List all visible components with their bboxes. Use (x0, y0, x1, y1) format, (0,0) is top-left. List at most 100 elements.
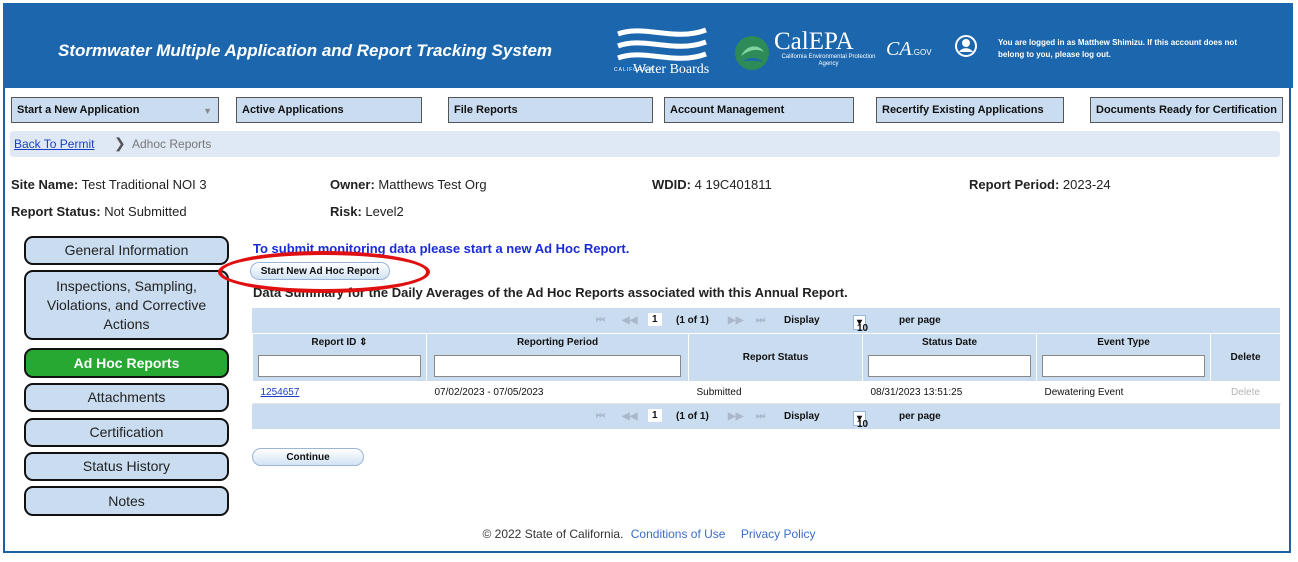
data-summary-heading: Data Summary for the Daily Averages of t… (253, 285, 848, 300)
start-new-ad-hoc-report-button[interactable]: Start New Ad Hoc Report (250, 262, 390, 280)
nav-file-reports[interactable]: File Reports (448, 97, 653, 123)
col-report-id[interactable]: Report ID ⇕ (252, 333, 427, 382)
sidebar-item-inspections[interactable]: Inspections, Sampling, Violations, and C… (24, 270, 229, 340)
ad-hoc-reports-table: ⏮ ◀◀ 1 (1 of 1) ▶▶ ⏭ Display 10 ▾ per pa… (252, 308, 1281, 430)
report-status: Report Status: Not Submitted (11, 204, 187, 219)
col-event-type-label: Event Type (1097, 337, 1150, 348)
nav-documents-ready-for-certification[interactable]: Documents Ready for Certification (1090, 97, 1283, 123)
ca-gov-logo: CA.GOV (886, 38, 932, 61)
risk-label: Risk: (330, 204, 362, 219)
cell-report-status: Submitted (688, 381, 863, 404)
per-page-select[interactable]: 10 ▾ (853, 315, 868, 334)
user-icon[interactable] (955, 35, 977, 57)
table-header-row: Report ID ⇕ Reporting Period Report Stat… (252, 333, 1281, 382)
footer: © 2022 State of California. Conditions o… (0, 527, 1298, 541)
conditions-of-use-link[interactable]: Conditions of Use (631, 527, 726, 541)
login-message: You are logged in as Matthew Shimizu. If… (998, 38, 1237, 59)
first-page-icon[interactable]: ⏮ (596, 315, 605, 326)
submit-data-message: To submit monitoring data please start a… (253, 241, 630, 256)
chevron-down-icon: ▼ (203, 106, 212, 116)
report-period-value: 2023-24 (1062, 177, 1111, 192)
per-page-select[interactable]: 10 ▾ (853, 411, 868, 430)
col-status-date: Status Date (862, 333, 1037, 382)
display-label: Display (784, 411, 820, 422)
sidebar-item-notes[interactable]: Notes (24, 486, 229, 516)
nav-recertify-existing-applications[interactable]: Recertify Existing Applications (876, 97, 1064, 123)
site-name-value: Test Traditional NOI 3 (81, 177, 207, 192)
continue-button[interactable]: Continue (252, 448, 364, 466)
col-report-status: Report Status (688, 333, 863, 382)
breadcrumb-current: Adhoc Reports (132, 137, 212, 151)
reports-grid: Report ID ⇕ Reporting Period Report Stat… (252, 333, 1281, 404)
risk-value: Level2 (365, 204, 404, 219)
col-status-date-label: Status Date (921, 337, 977, 348)
prev-page-icon[interactable]: ◀◀ (622, 315, 637, 326)
page-number[interactable]: 1 (648, 313, 662, 326)
first-page-icon[interactable]: ⏮ (596, 411, 605, 422)
page-number[interactable]: 1 (648, 409, 662, 422)
status-date-filter-input[interactable] (868, 355, 1031, 377)
copyright: © 2022 State of California. (482, 527, 624, 541)
report-period-label: Report Period: (969, 177, 1060, 192)
event-type-filter-input[interactable] (1042, 355, 1205, 377)
report-status-label: Report Status: (11, 204, 101, 219)
back-to-permit-link[interactable]: Back To Permit (14, 137, 94, 151)
ca-gov-gov: .GOV (911, 48, 932, 57)
owner: Owner: Matthews Test Org (330, 177, 487, 192)
col-report-id-label: Report ID ⇕ (311, 337, 368, 348)
prev-page-icon[interactable]: ◀◀ (622, 411, 637, 422)
next-page-icon[interactable]: ▶▶ (728, 315, 743, 326)
col-reporting-period-label: Reporting Period (516, 337, 599, 348)
sidebar-item-ad-hoc-reports[interactable]: Ad Hoc Reports (24, 348, 229, 378)
water-boards-name: Water Boards (633, 62, 710, 77)
page-count: (1 of 1) (676, 315, 709, 326)
pager-top: ⏮ ◀◀ 1 (1 of 1) ▶▶ ⏭ Display 10 ▾ per pa… (252, 308, 1280, 334)
cell-status-date: 08/31/2023 13:51:25 (862, 381, 1037, 404)
nav-active-applications[interactable]: Active Applications (236, 97, 422, 123)
app-title: Stormwater Multiple Application and Repo… (58, 41, 553, 60)
wdid-value: 4 19C401811 (694, 177, 772, 192)
pager-bottom: ⏮ ◀◀ 1 (1 of 1) ▶▶ ⏭ Display 10 ▾ per pa… (252, 404, 1280, 430)
breadcrumb: Back To Permit ❯ Adhoc Reports (10, 131, 1280, 157)
per-page-label: per page (899, 315, 941, 326)
owner-value: Matthews Test Org (378, 177, 487, 192)
col-reporting-period: Reporting Period (426, 333, 689, 382)
nav-account-management[interactable]: Account Management (664, 97, 854, 123)
chevron-right-icon: ❯ (114, 135, 126, 151)
calepa-logo-icon (735, 36, 769, 70)
sidebar-item-status-history[interactable]: Status History (24, 452, 229, 481)
report-period: Report Period: 2023-24 (969, 177, 1111, 192)
next-page-icon[interactable]: ▶▶ (728, 411, 743, 422)
per-page-label: per page (899, 411, 941, 422)
report-id-link[interactable]: 1254657 (261, 387, 300, 398)
report-id-filter-input[interactable] (258, 355, 421, 377)
last-page-icon[interactable]: ⏭ (756, 315, 765, 326)
cell-event-type: Dewatering Event (1036, 381, 1211, 404)
report-status-value: Not Submitted (104, 204, 187, 219)
ca-gov-ca: CA (886, 38, 912, 60)
sidebar-item-certification[interactable]: Certification (24, 418, 229, 447)
sidebar-item-attachments[interactable]: Attachments (24, 383, 229, 412)
nav-start-new-application[interactable]: Start a New Application ▼ (11, 97, 219, 123)
privacy-policy-link[interactable]: Privacy Policy (741, 527, 816, 541)
per-page-value: 10 (857, 323, 869, 334)
last-page-icon[interactable]: ⏭ (756, 411, 765, 422)
table-row: 1254657 07/02/2023 - 07/05/2023 Submitte… (252, 381, 1281, 404)
calepa-subtitle: California Environmental Protection Agen… (781, 54, 876, 67)
cell-reporting-period: 07/02/2023 - 07/05/2023 (426, 381, 689, 404)
col-delete: Delete (1210, 333, 1281, 382)
col-event-type: Event Type (1036, 333, 1211, 382)
site-name-label: Site Name: (11, 177, 79, 192)
sidebar-item-general-information[interactable]: General Information (24, 236, 229, 265)
delete-link[interactable]: Delete (1210, 381, 1281, 404)
calepa-title: CalEPA (774, 28, 854, 55)
reporting-period-filter-input[interactable] (434, 355, 681, 377)
site-name: Site Name: Test Traditional NOI 3 (11, 177, 207, 192)
per-page-value: 10 (857, 419, 869, 430)
cell-report-id: 1254657 (252, 381, 427, 404)
risk: Risk: Level2 (330, 204, 404, 219)
owner-label: Owner: (330, 177, 375, 192)
wdid: WDID: 4 19C401811 (652, 177, 772, 192)
page-count: (1 of 1) (676, 411, 709, 422)
nav-label: Start a New Application (17, 104, 140, 116)
